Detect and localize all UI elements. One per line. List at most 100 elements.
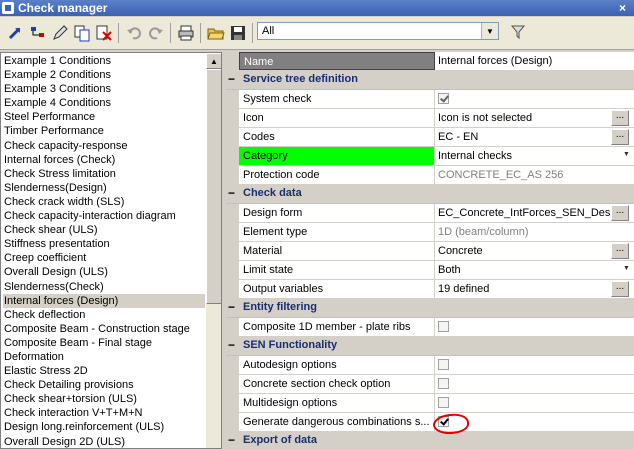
list-item[interactable]: Internal forces (Check) [3,153,205,167]
property-value[interactable]: Icon is not selected [436,109,610,127]
scroll-up-icon[interactable]: ▲ [206,53,221,69]
collapse-icon[interactable]: − [228,338,237,352]
list-item[interactable]: Elastic Stress 2D [3,364,205,378]
list-item[interactable]: Check deflection [3,308,205,322]
checkbox[interactable] [438,321,449,332]
property-value[interactable]: Internal checks [436,147,610,165]
ellipsis-button[interactable]: ... [611,129,629,145]
property-row[interactable]: Category Internal checks ▼ [239,147,634,166]
list-item[interactable]: Example 4 Conditions [3,96,205,110]
list-item[interactable]: Check capacity-response [3,139,205,153]
property-row[interactable]: Design form EC_Concrete_IntForces_SEN_Des… [239,204,634,223]
checkbox[interactable] [438,93,449,104]
section-title: Export of data [243,434,317,446]
list-item[interactable]: Example 2 Conditions [3,68,205,82]
chevron-down-icon[interactable]: ▼ [623,265,630,272]
section-header[interactable]: − SEN Functionality [226,337,634,356]
list-item[interactable]: Check shear+torsion (ULS) [3,392,205,406]
property-value[interactable]: Concrete [436,242,610,260]
property-label: Multidesign options [239,394,435,412]
ellipsis-button[interactable]: ... [611,281,629,297]
chevron-down-icon[interactable]: ▼ [623,151,630,158]
list-item[interactable]: Deformation [3,350,205,364]
delete-icon[interactable] [94,23,114,43]
save-icon[interactable] [228,23,248,43]
list-item[interactable]: Internal forces (Design) [3,293,205,308]
checkbox[interactable] [438,359,449,370]
list-item[interactable]: Stiffness presentation [3,237,205,251]
property-value[interactable]: Both [436,261,610,279]
list-item[interactable]: Overall Design 2D (ULS) [3,435,205,448]
ellipsis-button[interactable]: ... [611,243,629,259]
property-row[interactable]: Composite 1D member - plate ribs [239,318,634,337]
property-row[interactable]: Element type 1D (beam/column) [239,223,634,242]
property-row-name[interactable]: Name Internal forces (Design) [239,52,634,71]
scroll-thumb[interactable] [206,69,221,304]
section-header[interactable]: − Service tree definition [226,71,634,90]
redo-icon[interactable] [146,23,166,43]
list-item[interactable]: Composite Beam - Construction stage [3,322,205,336]
list-item[interactable]: Check capacity-interaction diagram [3,209,205,223]
property-row[interactable]: Icon Icon is not selected... [239,109,634,128]
list-item[interactable]: Example 1 Conditions [3,54,205,68]
list-item[interactable]: Steel Performance [3,110,205,124]
chevron-down-icon[interactable]: ▼ [481,23,498,39]
list-item[interactable]: Slenderness(Check) [3,280,205,294]
property-value[interactable]: Internal forces (Design) [436,52,610,70]
check-list: Example 1 Conditions Example 2 Conditions… [3,54,205,448]
blue-arrow-icon[interactable] [6,23,26,43]
checkbox[interactable] [438,378,449,389]
collapse-icon[interactable]: − [228,433,237,447]
property-value[interactable]: CONCRETE_EC_AS 256 [436,166,610,184]
property-row[interactable]: Output variables 19 defined... [239,280,634,299]
ellipsis-button[interactable]: ... [611,110,629,126]
list-item[interactable]: Check Detailing provisions [3,378,205,392]
list-item[interactable]: Example 3 Conditions [3,82,205,96]
property-row[interactable]: System check [239,90,634,109]
list-item[interactable]: Check shear (ULS) [3,223,205,237]
list-item[interactable]: Creep coefficient [3,251,205,265]
tree-icon[interactable] [28,23,48,43]
check-list-panel: Example 1 Conditions Example 2 Conditions… [0,52,222,449]
print-icon[interactable] [176,23,196,43]
property-row[interactable]: Limit state Both ▼ [239,261,634,280]
list-item[interactable]: Overall Design (ULS) [3,265,205,279]
list-item[interactable]: Composite Beam - Final stage [3,336,205,350]
open-folder-icon[interactable] [206,23,226,43]
property-label: Element type [239,223,435,241]
collapse-icon[interactable]: − [228,300,237,314]
undo-icon[interactable] [124,23,144,43]
filter-icon[interactable] [510,24,526,43]
property-value[interactable]: EC_Concrete_IntForces_SEN_Desig... [436,204,610,222]
property-value[interactable]: 1D (beam/column) [436,223,610,241]
section-header[interactable]: − Export of data [226,432,634,449]
list-item[interactable]: Design long.reinforcement (ULS) [3,420,205,434]
list-item[interactable]: Check crack width (SLS) [3,195,205,209]
list-item[interactable]: Timber Performance [3,124,205,138]
property-row[interactable]: Concrete section check option [239,375,634,394]
collapse-icon[interactable]: − [228,72,237,86]
ellipsis-button[interactable]: ... [611,205,629,221]
checkbox[interactable] [438,397,449,408]
property-row[interactable]: Material Concrete... [239,242,634,261]
copy-icon[interactable] [72,23,92,43]
property-value[interactable]: EC - EN [436,128,610,146]
property-row[interactable]: Protection code CONCRETE_EC_AS 256 [239,166,634,185]
section-header[interactable]: − Check data [226,185,634,204]
section-header[interactable]: − Entity filtering [226,299,634,318]
property-value[interactable]: 19 defined [436,280,610,298]
list-item[interactable]: Slenderness(Design) [3,181,205,195]
list-item[interactable]: Check Stress limitation [3,167,205,181]
property-label: Limit state [239,261,435,279]
property-grid-gutter [226,52,239,449]
section-title: Check data [243,187,302,199]
list-scrollbar[interactable]: ▲ [206,53,221,448]
list-item[interactable]: Check interaction V+T+M+N [3,406,205,420]
property-row[interactable]: Multidesign options [239,394,634,413]
close-icon[interactable]: × [619,0,626,16]
collapse-icon[interactable]: − [228,186,237,200]
property-row[interactable]: Autodesign options [239,356,634,375]
property-row[interactable]: Codes EC - EN... [239,128,634,147]
pencil-icon[interactable] [50,23,70,43]
filter-combo[interactable]: All ▼ [257,22,499,40]
